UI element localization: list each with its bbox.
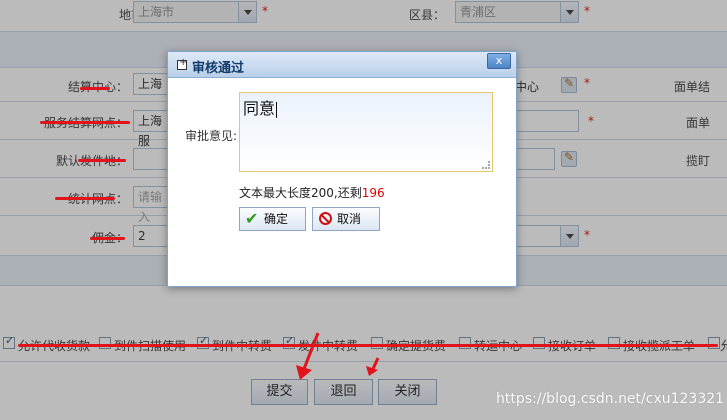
- expand-icon: [177, 57, 187, 70]
- length-hint-prefix: 文本最大长度200,还剩: [239, 186, 362, 200]
- watermark-text: https://blog.csdn.net/cxu123321: [496, 391, 725, 407]
- text-caret: [276, 101, 278, 118]
- confirm-button[interactable]: ✔ 确定: [239, 207, 306, 231]
- dialog-title: 审核通过: [192, 61, 245, 76]
- opinion-label: 审批意见:: [185, 129, 238, 143]
- dialog-close-button[interactable]: x: [487, 53, 511, 69]
- length-remaining: 196: [361, 186, 385, 200]
- resize-grip-icon[interactable]: [482, 161, 490, 169]
- opinion-textarea[interactable]: 同意: [239, 92, 493, 172]
- cancel-label: 取消: [337, 212, 362, 226]
- dialog-titlebar[interactable]: 审核通过 x: [168, 52, 516, 78]
- approve-dialog: 审核通过 x 审批意见: 同意 文本最大长度200,还剩196 ✔ 确定 取消: [167, 51, 517, 287]
- cancel-button[interactable]: 取消: [312, 207, 380, 231]
- confirm-label: 确定: [264, 212, 289, 226]
- check-icon: ✔: [245, 209, 259, 228]
- length-hint: 文本最大长度200,还剩196: [239, 184, 385, 201]
- cancel-icon: [319, 212, 332, 225]
- opinion-value: 同意: [243, 99, 276, 118]
